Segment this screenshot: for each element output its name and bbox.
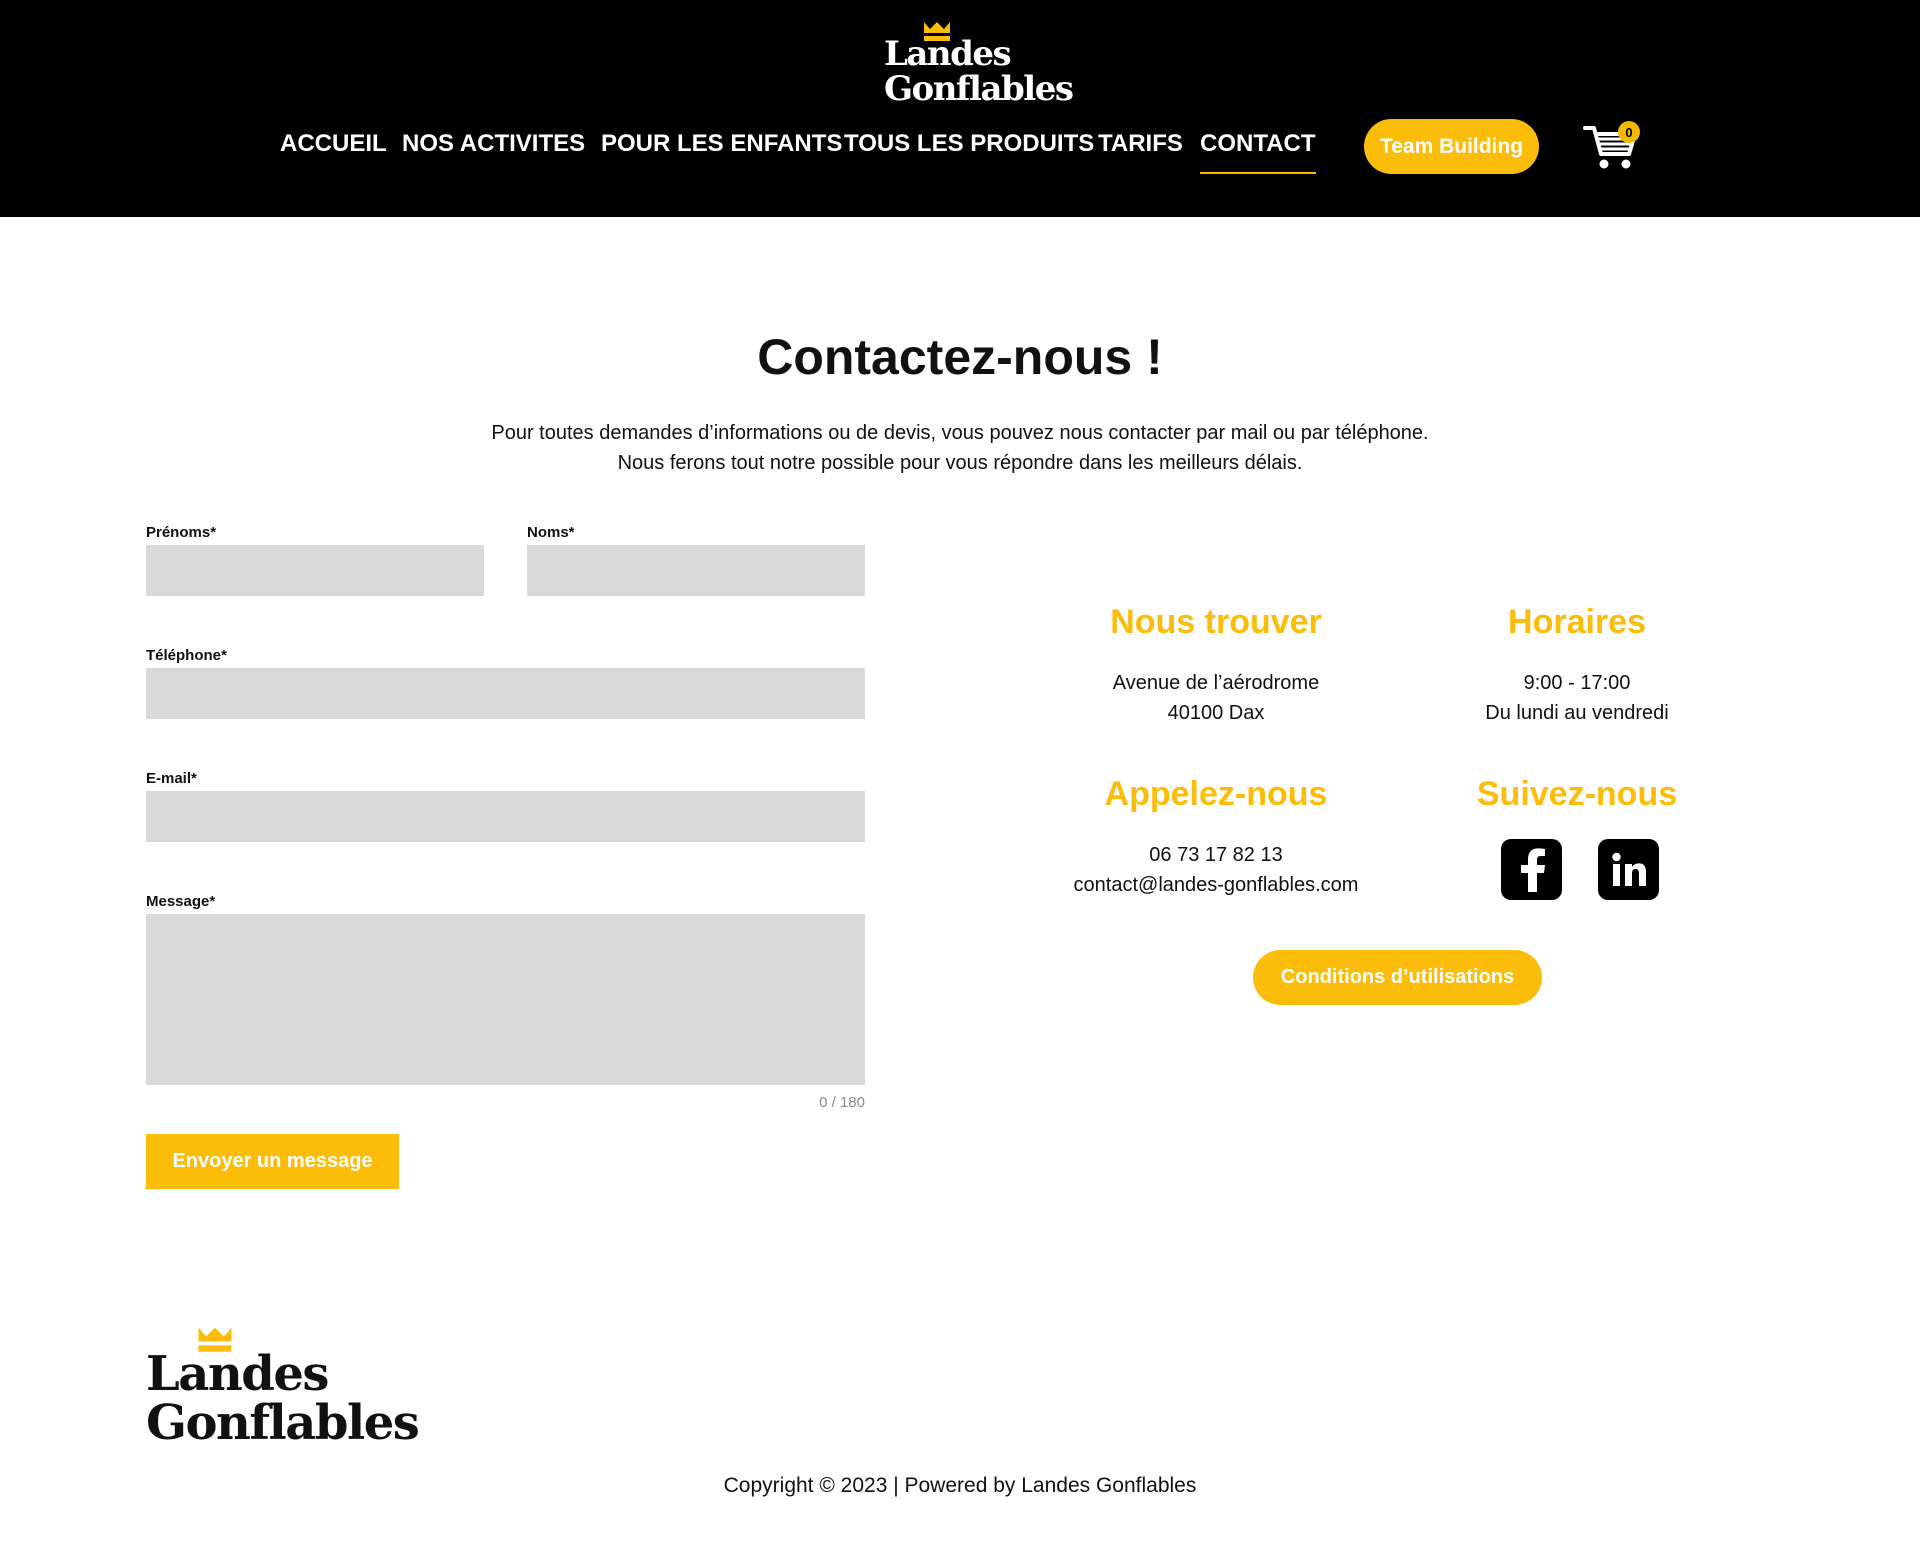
last-name-field[interactable]	[527, 545, 865, 596]
first-name-label: Prénoms*	[146, 524, 217, 541]
hours-line-2: Du lundi au vendredi	[1485, 702, 1669, 724]
page-title: Contactez-nous !	[757, 329, 1163, 385]
call-block: 06 73 17 82 13 contact@landes-gonflables…	[1026, 840, 1406, 900]
copyright-text: Copyright © 2023 | Powered by Landes Gon…	[723, 1474, 1197, 1497]
logo-text-line1: Landes	[884, 34, 1012, 74]
intro-text: Pour toutes demandes d’informations ou d…	[0, 418, 1920, 478]
footer-logo-text-line1: Landes	[146, 1346, 329, 1402]
nav-item-pour-les-enfants[interactable]: POUR LES ENFANTS	[601, 130, 842, 158]
email-label: E-mail*	[146, 770, 197, 787]
email-link[interactable]: contact@landes-gonflables.com	[1026, 870, 1406, 900]
message-char-counter: 0 / 180	[819, 1094, 865, 1111]
address-line-2: 40100 Dax	[1167, 702, 1265, 724]
phone-number-link[interactable]: 06 73 17 82 13	[1026, 840, 1406, 870]
facebook-icon[interactable]	[1501, 839, 1562, 900]
hours-block: 9:00 - 17:00 Du lundi au vendredi	[1387, 668, 1767, 728]
footer-logo[interactable]: Landes Gonflables	[146, 1322, 420, 1452]
address-line-1: Avenue de l’aérodrome	[1112, 672, 1320, 694]
send-message-button[interactable]: Envoyer un message	[146, 1134, 399, 1189]
first-name-field[interactable]	[146, 545, 484, 596]
last-name-label: Noms*	[527, 524, 575, 541]
linkedin-icon[interactable]	[1598, 839, 1659, 900]
hours-line-1: 9:00 - 17:00	[1523, 672, 1631, 694]
find-us-title: Nous trouver	[1110, 603, 1322, 641]
message-field[interactable]	[146, 914, 865, 1085]
call-us-title: Appelez-nous	[1104, 775, 1328, 813]
phone-label: Téléphone*	[146, 647, 227, 664]
address-block: Avenue de l’aérodrome 40100 Dax	[1026, 668, 1406, 728]
message-label: Message*	[146, 893, 216, 910]
hours-title: Horaires	[1508, 603, 1646, 641]
intro-line-1: Pour toutes demandes d’informations ou d…	[491, 422, 1429, 444]
nav-item-accueil[interactable]: ACCUEIL	[280, 130, 387, 158]
logo-text-line2: Gonflables	[884, 69, 1074, 109]
nav-item-tarifs[interactable]: TARIFS	[1098, 130, 1183, 158]
team-building-button[interactable]: Team Building	[1364, 119, 1539, 174]
phone-field[interactable]	[146, 668, 865, 719]
nav-item-nos-activites[interactable]: NOS ACTIVITES	[402, 130, 585, 158]
footer-logo-text-line2: Gonflables	[146, 1395, 420, 1451]
email-field[interactable]	[146, 791, 865, 842]
nav-item-tous-les-produits[interactable]: TOUS LES PRODUITS	[844, 130, 1094, 158]
cart-count-badge: 0	[1618, 121, 1640, 143]
intro-line-2: Nous ferons tout notre possible pour vou…	[617, 452, 1303, 474]
follow-us-title: Suivez-nous	[1476, 775, 1678, 813]
nav-item-contact[interactable]: CONTACT	[1200, 130, 1316, 174]
site-header: Landes Gonflables ACCUEIL NOS ACTIVITES …	[0, 0, 1920, 217]
conditions-button[interactable]: Conditions d’utilisations	[1253, 950, 1542, 1005]
site-logo[interactable]: Landes Gonflables	[880, 20, 1074, 112]
